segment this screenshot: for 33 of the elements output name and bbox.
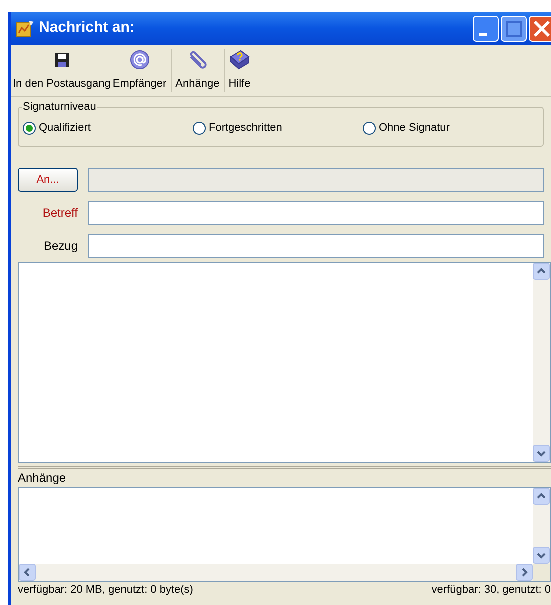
group-legend: Signaturniveau — [22, 100, 98, 114]
vertical-scrollbar[interactable] — [533, 488, 550, 564]
radio-option[interactable]: Ohne Signatur — [363, 120, 533, 136]
radio-option[interactable]: Qualifiziert — [23, 120, 193, 136]
horizontal-scrollbar[interactable] — [19, 564, 533, 581]
close-icon[interactable] — [529, 16, 551, 42]
vertical-scrollbar[interactable] — [533, 263, 550, 462]
scroll-left-icon[interactable] — [19, 564, 36, 581]
attachments-label: Anhänge — [18, 471, 68, 485]
toolbar-button[interactable]: In den Postausgang — [12, 45, 112, 96]
toolbar-button[interactable]: Empfänger — [112, 45, 168, 96]
at-sign-icon — [130, 50, 150, 70]
text-field[interactable] — [88, 201, 544, 225]
scroll-down-icon[interactable] — [533, 445, 550, 462]
scroll-right-icon[interactable] — [516, 564, 533, 581]
scroll-up-icon[interactable] — [533, 263, 550, 280]
paperclip-icon — [188, 50, 208, 70]
toolbar-button[interactable]: Anhänge — [174, 45, 221, 96]
scroll-down-icon[interactable] — [533, 547, 550, 564]
toolbar-button[interactable]: Hilfe — [228, 45, 252, 96]
help-book-icon — [228, 48, 251, 71]
status-text: verfügbar: 20 MB, genutzt: 0 byte(s) — [18, 583, 194, 598]
field-label: Bezug — [42, 238, 78, 255]
minimize-icon[interactable] — [473, 16, 499, 42]
maximize-icon[interactable] — [501, 16, 527, 42]
app-icon — [15, 18, 35, 38]
window-title: Nachricht an: — [39, 18, 135, 38]
scroll-up-icon[interactable] — [533, 488, 550, 505]
field-label: Betreff — [42, 205, 78, 222]
radio-option[interactable]: Fortgeschritten — [193, 120, 363, 136]
attachments-list[interactable] — [18, 487, 551, 582]
status-text: verfügbar: 30, genutzt: 0 — [432, 583, 551, 598]
text-field[interactable] — [88, 234, 544, 258]
